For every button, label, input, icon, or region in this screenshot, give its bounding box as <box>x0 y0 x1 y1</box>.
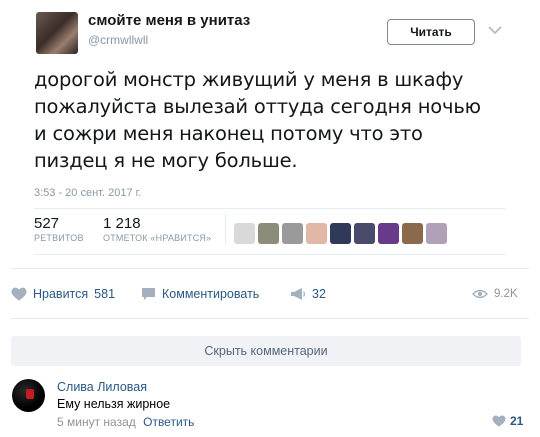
liker-avatar[interactable] <box>330 223 351 244</box>
views-counter: 9.2K <box>472 282 518 306</box>
tweet-text: дорогой монстр живущий у меня в шкафу по… <box>34 68 481 172</box>
like-label: Нравится <box>33 287 89 301</box>
comment-avatar[interactable] <box>12 379 45 412</box>
liker-avatar[interactable] <box>258 223 279 244</box>
heart-icon <box>11 287 27 301</box>
tweet-timestamp[interactable]: 3:53 - 20 сент. 2017 г. <box>34 187 141 199</box>
views-count: 9.2K <box>494 288 518 300</box>
likes-stat[interactable]: 1 218 ОТМЕТОК «НРАВИТСЯ» <box>103 215 212 244</box>
like-count: 581 <box>94 287 116 301</box>
embedded-tweet: смойте меня в унитаз @crmwllwll Читать д… <box>0 0 540 268</box>
divider <box>225 214 226 244</box>
share-count: 32 <box>312 287 326 301</box>
comment-button[interactable]: Комментировать <box>141 282 259 306</box>
chevron-down-icon[interactable] <box>487 22 503 38</box>
comment-icon <box>142 288 155 300</box>
liker-avatar[interactable] <box>354 223 375 244</box>
liker-avatar[interactable] <box>426 223 447 244</box>
liker-avatar[interactable] <box>378 223 399 244</box>
retweet-stat[interactable]: 527 РЕТВИТОВ <box>34 215 84 244</box>
divider <box>34 254 506 255</box>
hide-comments-button[interactable]: Скрыть комментарии <box>11 336 521 366</box>
liker-avatars <box>234 223 447 244</box>
eye-icon <box>472 289 488 299</box>
comment-time[interactable]: 5 минут назад <box>57 415 136 429</box>
reply-link[interactable]: Ответить <box>143 415 194 429</box>
megaphone-icon <box>291 288 306 300</box>
divider <box>11 268 529 269</box>
liker-avatar[interactable] <box>282 223 303 244</box>
comment-author[interactable]: Слива Лиловая <box>57 380 147 394</box>
likes-label: ОТМЕТОК «НРАВИТСЯ» <box>103 233 212 243</box>
heart-icon <box>492 415 506 427</box>
liker-avatar[interactable] <box>306 223 327 244</box>
retweet-count: 527 <box>34 215 60 232</box>
liker-avatar[interactable] <box>234 223 255 244</box>
divider <box>11 318 529 319</box>
post-actions: Нравится 581 Комментировать 32 9.2K <box>0 282 540 306</box>
divider <box>34 208 506 209</box>
author-handle[interactable]: @crmwllwll <box>88 33 148 47</box>
likes-count: 1 218 <box>103 215 141 232</box>
author-avatar[interactable] <box>36 12 78 54</box>
liker-avatar[interactable] <box>402 223 423 244</box>
comment-label: Комментировать <box>162 287 260 301</box>
comment-like-button[interactable]: 21 <box>492 414 523 428</box>
follow-button[interactable]: Читать <box>387 19 475 45</box>
comment-text: Ему нельзя жирное <box>57 397 171 411</box>
like-button[interactable]: Нравится 581 <box>11 282 115 306</box>
comment-like-count: 21 <box>510 414 524 428</box>
comment-meta: 5 минут назад Ответить <box>57 415 194 429</box>
share-button[interactable]: 32 <box>290 282 326 306</box>
author-name[interactable]: смойте меня в унитаз <box>88 12 250 29</box>
retweet-label: РЕТВИТОВ <box>34 233 84 243</box>
